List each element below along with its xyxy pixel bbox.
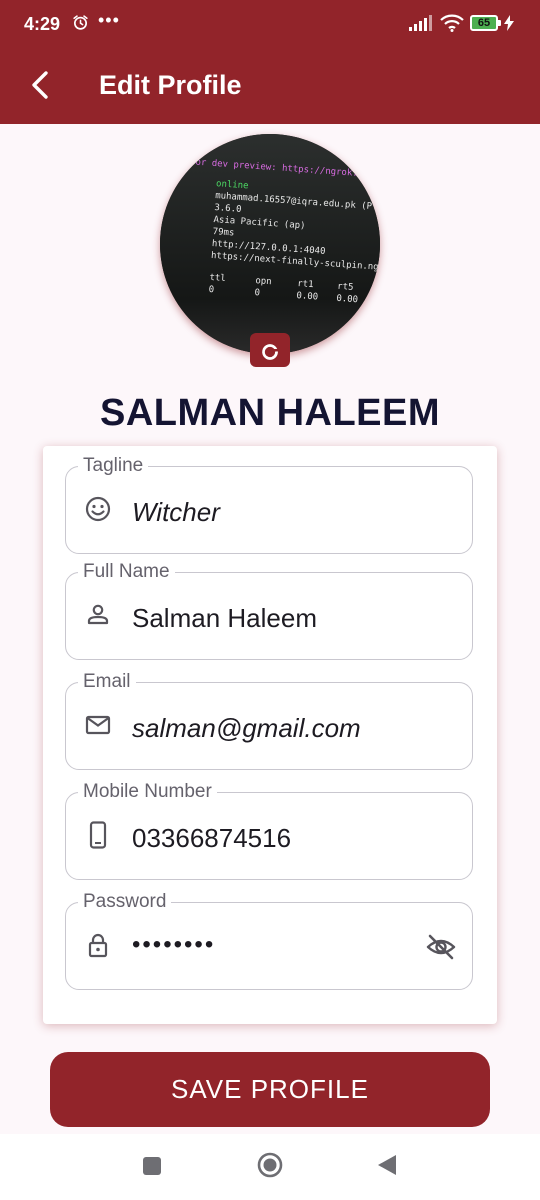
mobile-number-input[interactable]: 03366874516 <box>132 823 291 854</box>
person-icon <box>87 604 109 625</box>
charging-icon <box>504 15 514 31</box>
screen-col-value: 0 <box>254 288 260 298</box>
full-name-input[interactable]: Salman Haleem <box>132 603 317 634</box>
password-input[interactable]: •••••••• <box>132 931 215 959</box>
screen-col-header: rt5 <box>337 282 354 293</box>
tagline-field[interactable]: Tagline Witcher <box>65 455 473 554</box>
screen-line: 3.6.0 <box>214 203 242 215</box>
screen-col-value: 0.00 <box>336 294 358 305</box>
lock-icon <box>88 933 108 958</box>
profile-avatar[interactable]: or dev preview: https://ngrok.com online… <box>160 134 380 354</box>
recents-button[interactable] <box>143 1157 161 1175</box>
change-photo-button[interactable] <box>250 333 290 367</box>
app-header: 4:29 ••• 65 Edit Profile <box>0 0 540 124</box>
profile-display-name: SALMAN HALEEM <box>99 392 441 434</box>
password-label: Password <box>78 891 172 913</box>
screen-line: 79ms <box>212 227 234 238</box>
profile-form-card: Tagline Witcher Full Name Salman Haleem … <box>43 446 497 1024</box>
phone-icon <box>89 821 107 849</box>
back-button[interactable] <box>22 64 58 106</box>
tagline-label: Tagline <box>78 455 149 477</box>
more-notifications-icon: ••• <box>98 10 120 30</box>
signal-icon <box>409 15 432 31</box>
smiley-icon <box>85 496 111 522</box>
camera-icon <box>257 341 283 360</box>
password-field[interactable]: Password •••••••• <box>65 891 473 990</box>
wifi-icon <box>440 14 464 32</box>
full-name-label: Full Name <box>78 561 175 583</box>
screen-col-header: ttl <box>209 273 226 284</box>
email-label: Email <box>78 671 136 693</box>
save-profile-button[interactable]: SAVE PROFILE <box>50 1052 490 1127</box>
full-name-field[interactable]: Full Name Salman Haleem <box>65 561 473 660</box>
home-button[interactable] <box>257 1152 283 1178</box>
alarm-icon <box>73 15 88 30</box>
email-input[interactable]: salman@gmail.com <box>132 713 361 744</box>
mobile-number-label: Mobile Number <box>78 781 217 803</box>
nav-back-button[interactable] <box>377 1154 397 1176</box>
mobile-number-field[interactable]: Mobile Number 03366874516 <box>65 781 473 880</box>
battery-level: 65 <box>477 17 491 29</box>
page-title: Edit Profile <box>99 70 242 100</box>
system-nav-bar <box>0 1134 540 1200</box>
email-field[interactable]: Email salman@gmail.com <box>65 671 473 770</box>
mail-icon <box>85 715 111 735</box>
tagline-input[interactable]: Witcher <box>132 497 220 528</box>
screen-col-value: 0.00 <box>296 291 318 302</box>
screen-col-header: rt1 <box>297 279 314 290</box>
battery-icon: 65 <box>470 15 501 31</box>
eye-off-icon[interactable] <box>426 934 456 960</box>
screen-col-header: opn <box>255 276 272 287</box>
chevron-left-icon <box>32 71 48 99</box>
status-time: 4:29 <box>24 14 61 34</box>
status-icons: 65 <box>408 14 514 32</box>
avatar-photo: or dev preview: https://ngrok.com online… <box>160 134 380 354</box>
screen-col-value: 0 <box>208 285 214 295</box>
